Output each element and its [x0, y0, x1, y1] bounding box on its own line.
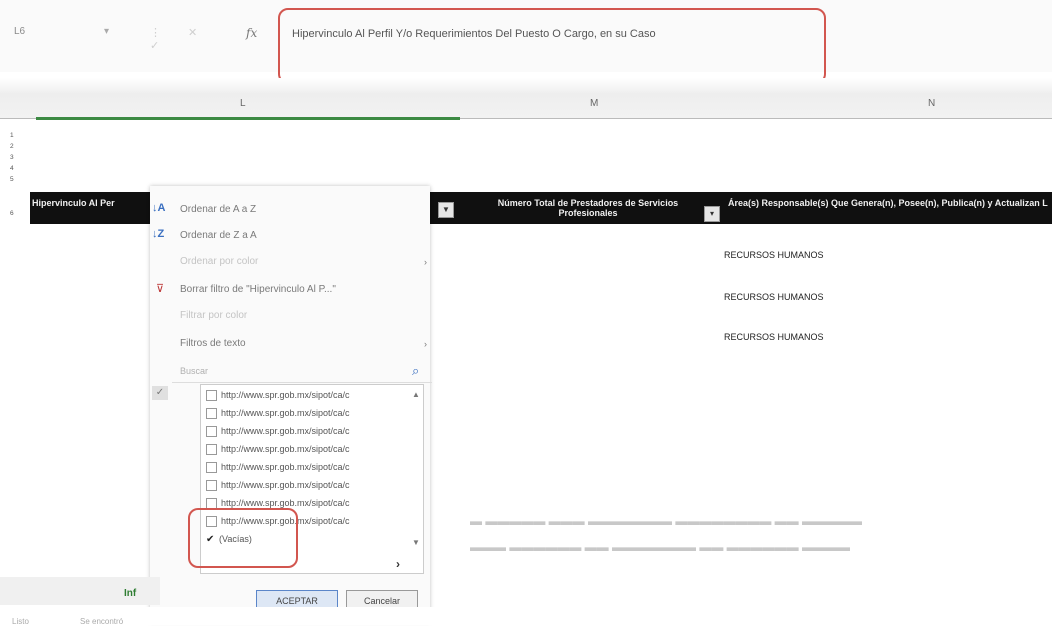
list-item-label: http://www.spr.gob.mx/sipot/ca/c [221, 462, 350, 472]
checkbox[interactable] [206, 408, 217, 420]
search-icon: ⌕ [412, 363, 420, 378]
table-cell[interactable]: RECURSOS HUMANOS [724, 332, 824, 342]
chevron-right-icon: › [424, 257, 427, 267]
column-header-n[interactable]: N [928, 98, 935, 109]
list-item-label: http://www.spr.gob.mx/sipot/ca/c [221, 444, 350, 454]
checkbox[interactable] [206, 390, 217, 402]
menu-item-sort-az[interactable]: Ordenar de A a Z [180, 204, 256, 215]
list-item[interactable]: http://www.spr.gob.mx/sipot/ca/c [206, 480, 350, 494]
header-cell-responsible-area[interactable]: Área(s) Responsable(s) Que Genera(n), Po… [728, 198, 1048, 208]
filter-dropdown-button-m[interactable]: ▾ [704, 206, 720, 222]
list-item[interactable]: http://www.spr.gob.mx/sipot/ca/c [206, 390, 350, 404]
column-selection-indicator [36, 117, 460, 120]
sort-descending-icon: ↓Z [152, 228, 165, 240]
row-number[interactable]: 2 [10, 143, 34, 150]
ghost-text: ▬▬▬ ▬▬▬▬▬▬ ▬▬ ▬▬▬▬▬▬▬ ▬▬ ▬▬▬▬▬▬ ▬▬▬▬ [470, 540, 851, 554]
header-cell-total-providers[interactable]: Número Total de Prestadores de Servicios… [468, 198, 708, 218]
formula-bar-separator: ⋮ ✕ ✓ [150, 27, 210, 52]
menu-item-sort-color[interactable]: Ordenar por color [180, 256, 258, 267]
list-item-label: http://www.spr.gob.mx/sipot/ca/c [221, 498, 350, 508]
sheet-tab[interactable]: Inf [124, 588, 136, 599]
table-cell[interactable]: RECURSOS HUMANOS [724, 250, 824, 260]
chevron-right-icon: › [424, 339, 427, 349]
checkbox[interactable] [206, 426, 217, 438]
chevron-down-icon[interactable]: ▾ [104, 26, 109, 37]
header-cell-hyperlink[interactable]: Hipervinculo Al Per [32, 198, 150, 208]
list-item-label: http://www.spr.gob.mx/sipot/ca/c [221, 480, 350, 490]
column-header-l[interactable]: L [240, 98, 246, 109]
list-item-label: http://www.spr.gob.mx/sipot/ca/c [221, 408, 350, 418]
checkbox[interactable] [206, 462, 217, 474]
scroll-up-icon[interactable]: ▲ [412, 390, 420, 399]
list-item[interactable]: http://www.spr.gob.mx/sipot/ca/c [206, 462, 350, 476]
row-number[interactable]: 5 [10, 176, 34, 183]
checkbox[interactable] [206, 480, 217, 492]
ghost-text: ▬ ▬▬▬▬▬ ▬▬▬ ▬▬▬▬▬▬▬ ▬▬▬▬▬▬▬▬ ▬▬ ▬▬▬▬▬ [470, 514, 863, 528]
highlight-box-formula [278, 8, 826, 84]
name-box[interactable]: L6 ▾ [14, 26, 124, 46]
search-input[interactable]: Buscar [180, 366, 208, 376]
column-header-bar [0, 78, 1052, 118]
highlight-box-blanks [188, 508, 298, 568]
list-item[interactable]: http://www.spr.gob.mx/sipot/ca/c [206, 444, 350, 458]
function-icon[interactable]: fx [246, 26, 257, 40]
checkbox[interactable] [206, 444, 217, 456]
row-number[interactable]: 4 [10, 165, 34, 172]
list-item-label: http://www.spr.gob.mx/sipot/ca/c [221, 426, 350, 436]
select-all-checkbox[interactable]: ✓ [152, 386, 168, 400]
menu-item-text-filters[interactable]: Filtros de texto [180, 338, 246, 349]
search-input-box[interactable] [172, 362, 432, 383]
row-number[interactable]: 3 [10, 154, 34, 161]
menu-item-clear-filter[interactable]: Borrar filtro de "Hipervinculo Al P..." [180, 284, 336, 295]
menu-item-filter-color[interactable]: Filtrar por color [180, 310, 247, 321]
menu-item-sort-za[interactable]: Ordenar de Z a A [180, 230, 257, 241]
list-item-label: http://www.spr.gob.mx/sipot/ca/c [221, 390, 350, 400]
clear-filter-icon: ⊽ [156, 283, 165, 295]
column-header-m[interactable]: M [590, 98, 598, 109]
sort-ascending-icon: ↓A [152, 202, 166, 214]
row-number[interactable]: 1 [10, 132, 34, 139]
scroll-down-icon[interactable]: ▼ [412, 538, 420, 547]
scroll-right-icon[interactable]: › [396, 557, 400, 571]
list-item[interactable]: http://www.spr.gob.mx/sipot/ca/c [206, 408, 350, 422]
name-box-value: L6 [14, 26, 26, 37]
list-item[interactable]: http://www.spr.gob.mx/sipot/ca/c [206, 426, 350, 440]
table-cell[interactable]: RECURSOS HUMANOS [724, 292, 824, 302]
status-bar [0, 607, 1052, 625]
filter-dropdown-button[interactable]: ▼ [438, 202, 454, 218]
